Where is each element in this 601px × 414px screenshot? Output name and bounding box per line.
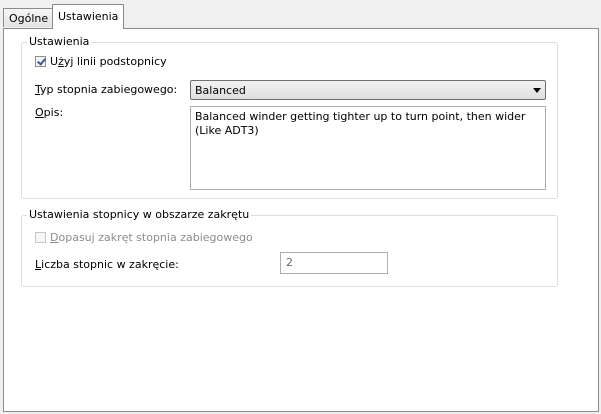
description-label-accel: O <box>35 106 44 119</box>
winder-type-label: Typ stopnia zabiegowego: <box>35 83 177 96</box>
winder-type-select[interactable]: Balanced <box>190 80 546 100</box>
tab-strip: Ogólne Ustawienia <box>0 0 601 30</box>
treads-in-turn-label: Liczba stopnic w zakręcie: <box>35 258 179 271</box>
turn-settings-group: Ustawienia stopnicy w obszarze zakrętu D… <box>21 208 558 287</box>
settings-group-title: Ustawienia <box>27 35 92 48</box>
fit-turn-row[interactable]: Dopasuj zakręt stopnia zabiegowego <box>35 231 253 244</box>
tab-settings-label: Ustawienia <box>58 10 119 23</box>
description-textarea[interactable]: Balanced winder getting tighter up to tu… <box>190 106 546 190</box>
use-riser-lines-row[interactable]: Użyj linii podstopnicy <box>35 55 167 68</box>
tab-general-label: Ogólne <box>9 12 49 25</box>
fit-turn-checkbox[interactable] <box>35 232 46 243</box>
description-value: Balanced winder getting tighter up to tu… <box>195 110 526 137</box>
tab-settings[interactable]: Ustawienia <box>52 4 125 29</box>
settings-group: Ustawienia Użyj linii podstopnicy Typ st… <box>21 35 558 199</box>
description-label-rest: pis: <box>43 106 64 119</box>
tab-panel: Ustawienia Użyj linii podstopnicy Typ st… <box>3 28 599 412</box>
winder-type-value: Balanced <box>195 84 246 97</box>
treads-in-turn-label-rest: iczba stopnic w zakręcie: <box>41 258 179 271</box>
winder-type-label-rest: yp stopnia zabiegowego: <box>40 83 178 96</box>
use-riser-lines-checkbox[interactable] <box>35 56 46 67</box>
tab-general[interactable]: Ogólne <box>3 8 55 27</box>
treads-in-turn-input[interactable]: 2 <box>280 252 388 274</box>
use-riser-lines-label-prefix: U <box>50 55 59 68</box>
chevron-down-icon[interactable] <box>533 88 541 93</box>
use-riser-lines-label-rest: yj linii podstopnicy <box>63 55 167 68</box>
treads-in-turn-value: 2 <box>286 256 293 269</box>
fit-turn-label-rest: opasuj zakręt stopnia zabiegowego <box>58 231 253 244</box>
description-label: Opis: <box>35 106 63 119</box>
turn-settings-group-title: Ustawienia stopnicy w obszarze zakrętu <box>27 208 252 221</box>
